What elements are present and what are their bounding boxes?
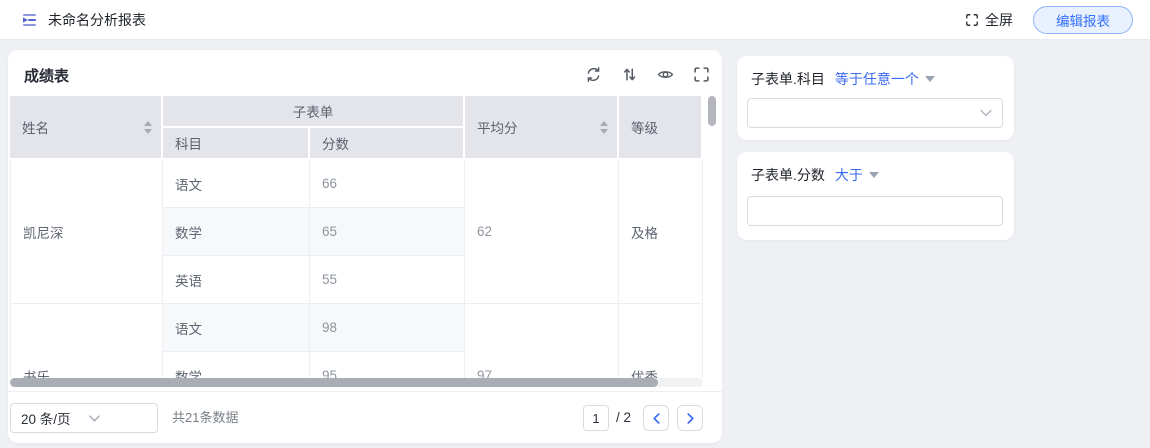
refresh-icon[interactable] xyxy=(585,66,602,83)
horizontal-scrollbar[interactable] xyxy=(10,378,658,387)
pagination-divider xyxy=(8,391,722,392)
card-toolbar xyxy=(585,66,710,83)
chevron-left-icon xyxy=(653,413,660,424)
next-page-button[interactable] xyxy=(677,405,703,431)
chevron-down-icon xyxy=(980,109,992,117)
fullscreen-label: 全屏 xyxy=(985,10,1013,30)
cell-student-name: 书乐 xyxy=(10,304,163,378)
cell-average: 62 xyxy=(465,160,619,304)
total-count-label: 共21条数据 xyxy=(172,403,238,433)
vertical-scrollbar[interactable] xyxy=(708,96,716,126)
score-filter-input[interactable] xyxy=(747,196,1003,226)
card-title: 成绩表 xyxy=(24,65,69,86)
cell-score: 55 xyxy=(310,256,465,304)
score-table: 姓名 子表单 平均分 等级 xyxy=(10,96,703,378)
horizontal-scrollbar-track xyxy=(10,378,703,387)
cell-score: 98 xyxy=(310,304,465,352)
column-header-average[interactable]: 平均分 xyxy=(465,96,619,160)
name-column-sorter[interactable] xyxy=(144,121,152,134)
page-number-input[interactable] xyxy=(583,405,609,431)
filter-field-label: 子表单.科目 xyxy=(751,69,825,89)
top-bar: 未命名分析报表 全屏 编辑报表 xyxy=(0,0,1150,40)
column-header-name[interactable]: 姓名 xyxy=(10,96,163,160)
cell-subject: 语文 xyxy=(163,160,310,208)
cell-score: 65 xyxy=(310,208,465,256)
score-table-card: 成绩表 xyxy=(8,50,722,443)
chevron-down-icon xyxy=(79,415,147,422)
caret-down-icon xyxy=(925,76,935,82)
subject-filter-select[interactable] xyxy=(747,98,1003,128)
table-row: 凯尼深 语文 66 62 及格 xyxy=(10,160,703,208)
filter-operator-dropdown[interactable]: 大于 xyxy=(835,165,879,185)
column-header-grade: 等级 xyxy=(619,96,703,160)
prev-page-button[interactable] xyxy=(643,405,669,431)
column-header-subject: 科目 xyxy=(163,128,310,160)
report-viewer-page: 未命名分析报表 全屏 编辑报表 成绩表 xyxy=(0,0,1150,448)
average-column-sorter[interactable] xyxy=(600,121,608,134)
expand-icon[interactable] xyxy=(693,66,710,83)
page-total-label: / 2 xyxy=(616,403,631,433)
column-group-header-subform: 子表单 xyxy=(163,96,465,128)
caret-down-icon xyxy=(869,172,879,178)
column-header-score: 分数 xyxy=(310,128,465,160)
cell-grade: 及格 xyxy=(619,160,703,304)
filter-operator-dropdown[interactable]: 等于任意一个 xyxy=(835,69,935,89)
page-size-value: 20 条/页 xyxy=(11,408,79,428)
cell-score: 66 xyxy=(310,160,465,208)
edit-report-button[interactable]: 编辑报表 xyxy=(1033,6,1133,34)
topbar-actions: 全屏 编辑报表 xyxy=(965,0,1133,40)
table-row: 书乐 语文 98 97 优秀 xyxy=(10,304,703,352)
chevron-right-icon xyxy=(687,413,694,424)
filter-field-label: 子表单.分数 xyxy=(751,165,825,185)
cell-subject: 语文 xyxy=(163,304,310,352)
sort-icon[interactable] xyxy=(621,66,638,83)
page-title: 未命名分析报表 xyxy=(48,0,146,40)
eye-icon[interactable] xyxy=(657,66,674,83)
cell-score: 95 xyxy=(310,352,465,378)
cell-subject: 数学 xyxy=(163,208,310,256)
filter-card-subject: 子表单.科目 等于任意一个 xyxy=(737,56,1014,140)
cell-average: 97 xyxy=(465,304,619,378)
cell-subject: 英语 xyxy=(163,256,310,304)
fullscreen-button[interactable]: 全屏 xyxy=(965,10,1013,30)
collapse-back-icon[interactable] xyxy=(20,11,38,29)
page-size-select[interactable]: 20 条/页 xyxy=(10,403,158,433)
filter-card-score: 子表单.分数 大于 xyxy=(737,152,1014,240)
cell-grade: 优秀 xyxy=(619,304,703,378)
cell-subject: 数学 xyxy=(163,352,310,378)
cell-student-name: 凯尼深 xyxy=(10,160,163,304)
fullscreen-icon xyxy=(965,13,979,27)
